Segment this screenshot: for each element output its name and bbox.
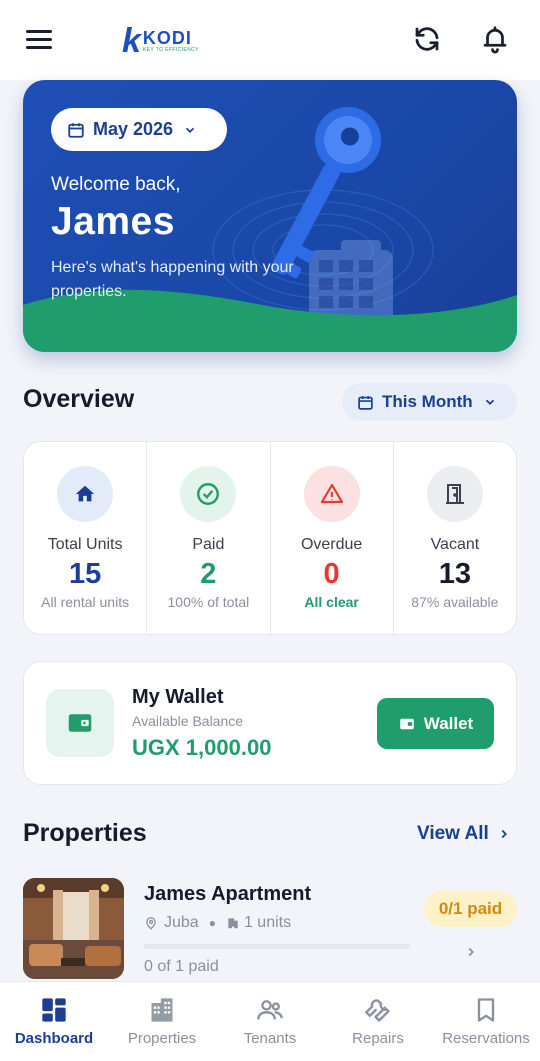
nav-repairs[interactable]: Repairs [324,982,432,1061]
chevron-down-icon [485,399,494,405]
welcome-text: Welcome back, [51,174,181,195]
top-app-bar: k KODI KEY TO EFFICIENCY [0,0,540,80]
stat-label: Overdue [300,536,363,553]
nav-label: Repairs [352,1030,404,1047]
logo-mark: k [122,22,141,60]
stat-value: 0 [323,558,340,590]
wallet-icon [400,718,414,729]
stat-overdue[interactable]: Overdue 0 All clear [271,442,394,634]
calendar-icon [68,122,84,138]
refresh-icon[interactable] [412,24,442,54]
date-label: May 2026 [93,119,174,139]
payment-progress-bar [144,944,410,949]
overview-stats-card: Total Units 15 All rental units Paid 2 1… [23,441,517,635]
stat-label: Vacant [430,536,480,553]
welcome-subtitle: Here's what's happening with your proper… [51,259,294,300]
meta-separator: ● [208,916,216,930]
stat-paid[interactable]: Paid 2 100% of total [147,442,271,634]
date-picker-pill[interactable]: May 2026 [51,108,227,151]
nav-label: Tenants [243,1030,297,1047]
property-list-item[interactable]: James Apartment Juba ● 1 units 0 of 1 pa… [0,870,540,982]
nav-label: Dashboard [14,1030,94,1047]
stat-value: 2 [200,558,217,590]
properties-title: Properties [23,819,147,847]
building-icon [228,918,238,929]
property-thumbnail [23,878,124,979]
wallet-title: My Wallet [132,686,224,708]
dashboard-icon [42,998,66,1022]
overview-title: Overview [23,385,135,413]
stat-value: 15 [68,558,102,590]
property-meta: Juba ● 1 units [144,914,291,932]
period-selector[interactable]: This Month [342,383,517,421]
bell-icon[interactable] [480,24,510,54]
wallet-button[interactable]: Wallet [377,698,494,749]
nav-reservations[interactable]: Reservations [432,982,540,1061]
wallet-icon [46,689,114,757]
nav-tenants[interactable]: Tenants [216,982,324,1061]
chevron-right-icon [468,947,474,957]
building-icon [151,998,173,1022]
stat-note: All rental units [41,594,130,610]
period-label: This Month [382,392,473,411]
stat-value: 13 [438,558,471,590]
user-name: James [51,200,175,243]
paid-status-badge: 0/1 paid [424,891,517,927]
property-paid-label: 0 of 1 paid [144,958,219,975]
warning-icon [303,466,360,522]
home-icon [57,466,114,522]
view-all-link[interactable]: View All [417,823,511,845]
view-all-label: View All [417,823,489,844]
property-name: James Apartment [144,883,312,905]
chevron-down-icon [185,127,195,133]
chevron-right-icon [501,829,507,839]
check-circle-icon [180,466,237,522]
nav-properties[interactable]: Properties [108,982,216,1061]
logo-name: KODI [142,28,192,48]
bottom-navigation: Dashboard Properties Tenants Repairs Res… [0,981,540,1061]
stat-note: All clear [304,594,359,610]
welcome-banner: May 2026 Welcome back, James Here's what… [23,80,517,352]
nav-label: Properties [127,1030,197,1047]
logo-tagline: KEY TO EFFICIENCY [142,47,199,53]
wallet-subtitle: Available Balance [132,713,244,729]
location-pin-icon [146,917,156,930]
stat-total-units[interactable]: Total Units 15 All rental units [24,442,148,634]
hamburger-icon[interactable] [26,30,54,50]
wallet-balance: UGX 1,000.00 [132,735,272,760]
property-units: 1 units [243,914,292,931]
calendar-icon [358,395,373,410]
wrench-icon [365,999,390,1022]
stat-note: 100% of total [167,594,250,610]
stat-label: Total Units [47,536,123,553]
nav-dashboard[interactable]: Dashboard [0,982,108,1061]
stat-vacant[interactable]: Vacant 13 87% available [394,442,516,634]
stat-note: 87% available [411,594,499,610]
property-location: Juba [164,914,199,931]
door-icon [426,466,483,522]
wallet-button-label: Wallet [423,713,474,733]
users-icon [257,1000,283,1020]
app-logo: k KODI KEY TO EFFICIENCY [122,24,199,58]
nav-label: Reservations [442,1030,530,1047]
wallet-card: My Wallet Available Balance UGX 1,000.00… [23,661,517,785]
stat-label: Paid [192,536,225,553]
bookmark-icon [477,998,495,1022]
